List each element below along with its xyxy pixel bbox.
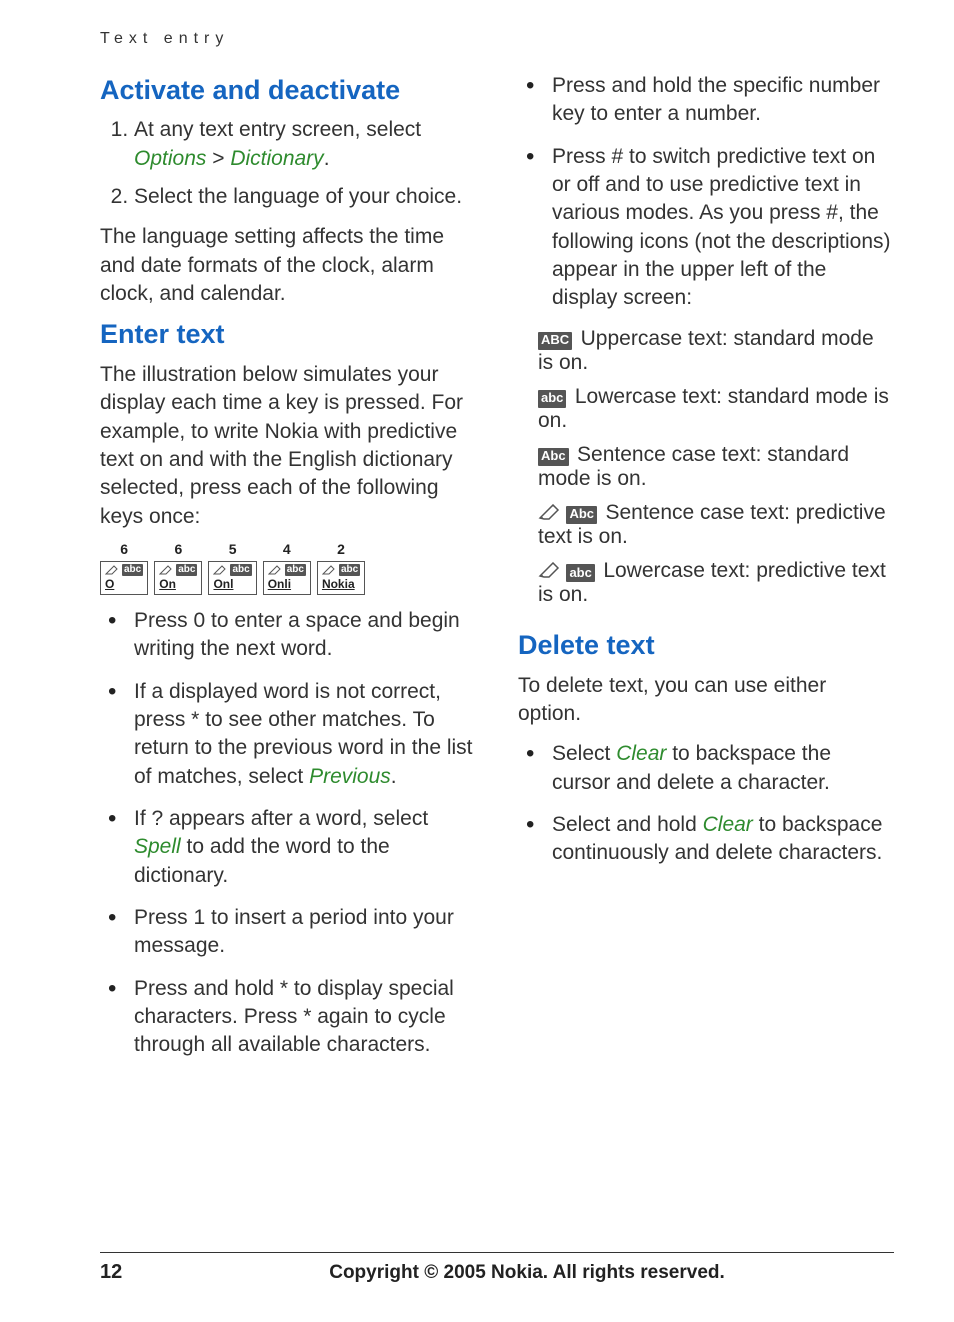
keyword-4: Nokia <box>322 577 360 591</box>
keynum-2: 5 <box>229 541 237 557</box>
right-column: Press and hold the specific number key t… <box>518 66 894 1074</box>
left-column: Activate and deactivate At any text entr… <box>100 66 476 1074</box>
abc-badge-icon: abc <box>339 564 360 576</box>
screenbox-2: abc Onl <box>208 561 256 595</box>
pen-icon <box>538 562 560 583</box>
keynum-4: 2 <box>337 541 345 557</box>
keynum-1: 6 <box>174 541 182 557</box>
activate-step-2: Select the language of your choice. <box>134 183 476 211</box>
enter-bullet-0: Press 0 to enter a space and begin writi… <box>100 607 476 664</box>
d0-pre: Select <box>552 742 616 765</box>
pen-icon <box>105 565 119 575</box>
right-bullet-1: Press # to switch predictive text on or … <box>518 143 894 313</box>
mode-text-1: Lowercase text: standard mode is on. <box>538 385 889 432</box>
keystep-2: 5 abc Onl <box>208 541 256 595</box>
b2-pre: If ? appears after a word, select <box>134 807 428 830</box>
pen-icon <box>322 565 336 575</box>
enter-bullet-4: Press and hold * to display special char… <box>100 975 476 1060</box>
page-header: Text entry <box>100 30 894 48</box>
kw-clear-1: Clear <box>616 742 666 765</box>
activate-step-1: At any text entry screen, select Options… <box>134 116 476 173</box>
pen-icon <box>538 504 560 525</box>
abc-badge-icon: abc <box>122 564 143 576</box>
screenbox-4: abc Nokia <box>317 561 365 595</box>
pen-icon <box>213 565 227 575</box>
keyword-2: Onl <box>213 577 251 591</box>
section-activate-title: Activate and deactivate <box>100 74 476 106</box>
enter-bullet-2: If ? appears after a word, select Spell … <box>100 805 476 890</box>
mode-text-0: Uppercase text: standard mode is on. <box>538 327 874 374</box>
delete-bullet-0: Select Clear to backspace the cursor and… <box>518 740 894 797</box>
enter-bullets: Press 0 to enter a space and begin writi… <box>100 607 476 1060</box>
pen-icon <box>159 565 173 575</box>
pen-icon <box>268 565 282 575</box>
screenbox-0: abc O <box>100 561 148 595</box>
abc-badge-icon: abc <box>230 564 251 576</box>
mode-line-0: ABC Uppercase text: standard mode is on. <box>518 327 894 375</box>
keyword-0: O <box>105 577 143 591</box>
step1-sep: > <box>206 147 230 170</box>
enter-bullet-1: If a displayed word is not correct, pres… <box>100 678 476 791</box>
mode-line-3: Abc Sentence case text: predictive text … <box>518 501 894 549</box>
screenbox-1: abc On <box>154 561 202 595</box>
page-number: 12 <box>100 1261 160 1284</box>
abc-sentence-predictive-icon: Abc <box>566 506 597 524</box>
predictive-keyrow: 6 abc O 6 abc <box>100 541 476 595</box>
b1-post: . <box>391 765 397 788</box>
screenbox-3: abc Onli <box>263 561 311 595</box>
kw-clear-2: Clear <box>703 813 753 836</box>
abc-lowercase-predictive-icon: abc <box>566 564 594 582</box>
kw-dictionary: Dictionary <box>230 147 323 170</box>
abc-badge-icon: abc <box>285 564 306 576</box>
mode-line-4: abc Lowercase text: predictive text is o… <box>518 559 894 607</box>
abc-lowercase-icon: abc <box>538 390 566 408</box>
delete-bullets: Select Clear to backspace the cursor and… <box>518 740 894 867</box>
step1-post: . <box>324 147 330 170</box>
keynum-3: 4 <box>283 541 291 557</box>
enter-intro: The illustration below simulates your di… <box>100 361 476 531</box>
keynum-0: 6 <box>120 541 128 557</box>
abc-sentence-icon: Abc <box>538 448 569 466</box>
delete-intro: To delete text, you can use either optio… <box>518 672 894 729</box>
keystep-3: 4 abc Onli <box>263 541 311 595</box>
kw-spell: Spell <box>134 835 181 858</box>
section-enter-title: Enter text <box>100 318 476 350</box>
section-delete-title: Delete text <box>518 629 894 661</box>
right-bullet-0: Press and hold the specific number key t… <box>518 72 894 129</box>
delete-bullet-1: Select and hold Clear to backspace conti… <box>518 811 894 868</box>
keystep-4: 2 abc Nokia <box>317 541 365 595</box>
kw-previous: Previous <box>309 765 391 788</box>
kw-options: Options <box>134 147 206 170</box>
mode-line-2: Abc Sentence case text: standard mode is… <box>518 443 894 491</box>
b1-pre: If a displayed word is not correct, pres… <box>134 680 473 788</box>
right-top-bullets: Press and hold the specific number key t… <box>518 72 894 313</box>
abc-uppercase-icon: ABC <box>538 332 572 350</box>
keystep-1: 6 abc On <box>154 541 202 595</box>
mode-line-1: abc Lowercase text: standard mode is on. <box>518 385 894 433</box>
keyword-3: Onli <box>268 577 306 591</box>
keystep-0: 6 abc O <box>100 541 148 595</box>
keyword-1: On <box>159 577 197 591</box>
d1-pre: Select and hold <box>552 813 703 836</box>
activate-steps: At any text entry screen, select Options… <box>100 116 476 211</box>
step1-pre: At any text entry screen, select <box>134 118 421 141</box>
mode-text-2: Sentence case text: standard mode is on. <box>538 443 849 490</box>
enter-bullet-3: Press 1 to insert a period into your mes… <box>100 904 476 961</box>
activate-after: The language setting affects the time an… <box>100 223 476 308</box>
page-footer: 12 Copyright © 2005 Nokia. All rights re… <box>100 1252 894 1284</box>
abc-badge-icon: abc <box>176 564 197 576</box>
copyright-text: Copyright © 2005 Nokia. All rights reser… <box>160 1262 894 1284</box>
